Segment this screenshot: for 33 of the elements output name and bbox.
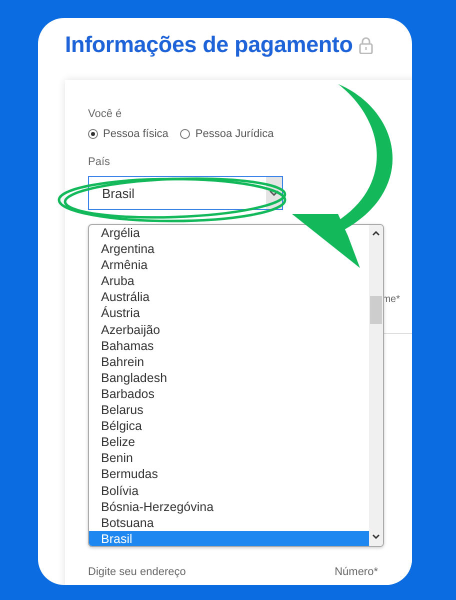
country-option[interactable]: Bolívia [89, 482, 369, 499]
country-option[interactable]: Bélgica [89, 418, 369, 434]
page-title: Informações de pagamento [65, 32, 353, 58]
country-option[interactable]: Azerbaijão [89, 322, 369, 338]
country-option[interactable]: Áustria [89, 305, 369, 322]
country-option[interactable]: Armênia [89, 257, 369, 274]
country-option[interactable]: Bahrein [89, 354, 369, 370]
country-option[interactable]: Bermudas [89, 466, 369, 482]
country-option[interactable]: Aruba [89, 273, 369, 290]
country-option[interactable]: Bósnia-Herzegóvina [89, 498, 369, 515]
country-option[interactable]: Argélia [89, 225, 369, 242]
scrollbar[interactable] [369, 225, 383, 546]
country-option[interactable]: Belarus [89, 402, 369, 418]
field-label: Você é [88, 108, 122, 120]
country-option[interactable]: Argentina [89, 241, 369, 258]
field-label: Número* [334, 566, 378, 578]
country-option[interactable]: Austrália [89, 289, 369, 306]
radio-option[interactable]: Pessoa física [88, 128, 168, 140]
scroll-up-icon[interactable] [372, 230, 380, 236]
country-option[interactable]: Bahamas [89, 338, 369, 354]
lock-icon [358, 36, 373, 54]
radio-option[interactable]: Pessoa Jurídica [180, 128, 274, 140]
scrollbar-thumb[interactable] [370, 296, 382, 324]
country-option[interactable]: Brasil [89, 530, 369, 546]
field-label: Digite seu endereço [88, 566, 186, 578]
country-option[interactable]: Bangladesh [89, 370, 369, 386]
country-option[interactable]: Benin [89, 450, 369, 466]
country-option[interactable]: Belize [89, 434, 369, 450]
chevron-down-icon [269, 190, 279, 196]
country-option[interactable]: Botsuana [89, 514, 369, 531]
country-option[interactable]: Barbados [89, 386, 369, 402]
scroll-down-icon[interactable] [372, 534, 380, 540]
field-label: País [88, 156, 112, 168]
